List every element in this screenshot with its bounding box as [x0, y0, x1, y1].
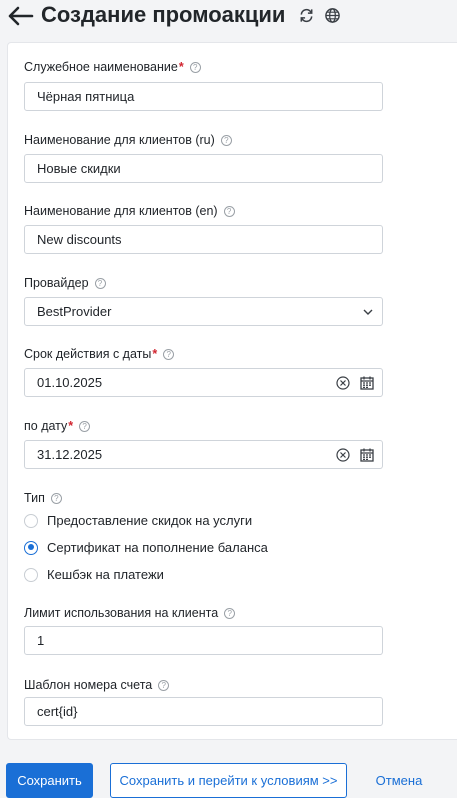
help-icon[interactable]: ? [224, 607, 236, 619]
date-from-label: Срок действия с даты * ? [24, 347, 175, 361]
client-name-ru-input[interactable] [24, 154, 383, 183]
refresh-icon[interactable] [298, 7, 315, 24]
date-from-value: 01.10.2025 [37, 375, 103, 390]
page-title: Создание промоакции [41, 2, 286, 27]
provider-label: Провайдер ? [24, 276, 106, 290]
help-icon[interactable]: ? [94, 277, 106, 289]
usage-limit-label-text: Лимит использования на клиента [24, 606, 219, 620]
required-mark: * [178, 60, 184, 74]
type-label-text: Тип [24, 491, 45, 505]
provider-select[interactable]: BestProvider [24, 297, 383, 326]
chevron-down-icon [363, 309, 373, 315]
help-icon[interactable]: ? [50, 492, 62, 504]
clear-icon[interactable] [336, 376, 350, 390]
radio-button[interactable] [24, 513, 38, 528]
help-icon[interactable]: ? [158, 679, 170, 691]
date-to-label: по дату * ? [24, 419, 91, 433]
required-mark: * [152, 347, 158, 361]
help-icon[interactable]: ? [79, 420, 91, 432]
type-option-cashback[interactable]: Кешбэк на платежи [24, 567, 164, 582]
type-label: Тип ? [24, 491, 62, 505]
usage-limit-label: Лимит использования на клиента ? [24, 606, 236, 620]
clear-icon[interactable] [336, 448, 350, 462]
client-name-ru-label-text: Наименование для клиентов (ru) [24, 133, 215, 147]
type-option-label: Предоставление скидок на услуги [47, 513, 253, 528]
type-option-discounts[interactable]: Предоставление скидок на услуги [24, 513, 252, 528]
provider-select-value: BestProvider [37, 304, 112, 319]
required-mark: * [68, 419, 74, 433]
help-icon[interactable]: ? [223, 205, 235, 217]
date-to-label-text: по дату [24, 419, 68, 433]
client-name-en-label: Наименование для клиентов (en) ? [24, 204, 235, 218]
radio-button[interactable] [24, 567, 38, 582]
usage-limit-input[interactable] [24, 626, 383, 655]
internal-name-input[interactable] [24, 82, 383, 111]
save-button[interactable]: Сохранить [6, 763, 93, 798]
globe-icon[interactable] [324, 7, 341, 24]
date-to-value: 31.12.2025 [37, 447, 103, 462]
arrow-left-icon[interactable] [6, 4, 34, 28]
invoice-template-label: Шаблон номера счета ? [24, 678, 170, 692]
calendar-icon[interactable] [360, 376, 374, 390]
type-option-label: Кешбэк на платежи [47, 567, 164, 582]
date-to-input[interactable]: 31.12.2025 [24, 440, 383, 469]
help-icon[interactable]: ? [163, 348, 175, 360]
type-option-label: Сертификат на пополнение баланса [47, 540, 268, 555]
internal-name-label-text: Служебное наименование [24, 60, 178, 74]
calendar-icon[interactable] [360, 448, 374, 462]
client-name-ru-label: Наименование для клиентов (ru) ? [24, 133, 232, 147]
radio-button-checked[interactable] [24, 540, 38, 555]
type-option-certificate[interactable]: Сертификат на пополнение баланса [24, 540, 268, 555]
invoice-template-label-text: Шаблон номера счета [24, 678, 153, 692]
internal-name-label: Служебное наименование * ? [24, 60, 201, 74]
date-from-label-text: Срок действия с даты [24, 347, 152, 361]
page-header: Создание промоакции [0, 0, 457, 34]
client-name-en-input[interactable] [24, 225, 383, 254]
date-from-input[interactable]: 01.10.2025 [24, 368, 383, 397]
cancel-button[interactable]: Отмена [363, 763, 435, 798]
help-icon[interactable]: ? [220, 134, 232, 146]
help-icon[interactable]: ? [189, 61, 201, 73]
save-and-next-button[interactable]: Сохранить и перейти к условиям >> [110, 763, 347, 798]
client-name-en-label-text: Наименование для клиентов (en) [24, 204, 218, 218]
provider-label-text: Провайдер [24, 276, 89, 290]
invoice-template-input[interactable] [24, 697, 383, 726]
